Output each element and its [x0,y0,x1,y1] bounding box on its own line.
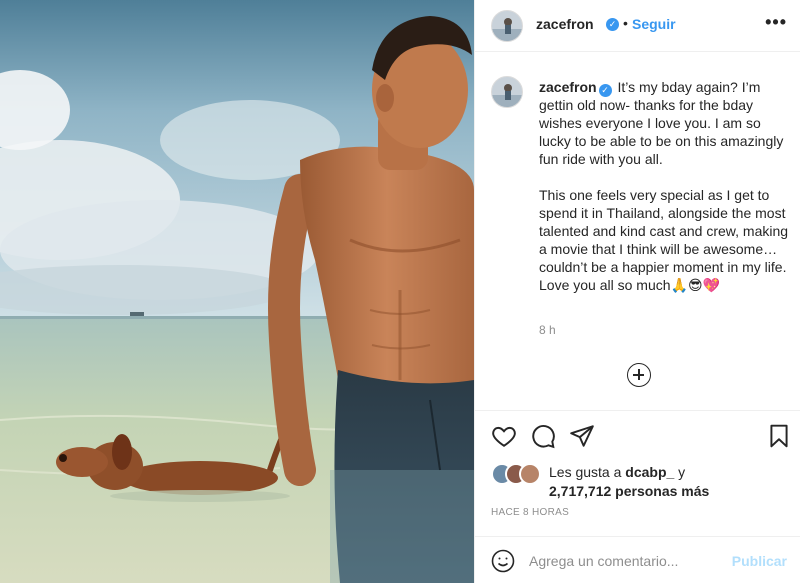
comment-input[interactable] [529,549,719,573]
caption-username[interactable]: zacefron [539,79,597,95]
comment-bar: Publicar [475,536,800,583]
post-timestamp[interactable]: HACE 8 HORAS [491,507,569,518]
emoji-icon[interactable] [491,549,515,573]
post-photo[interactable] [0,0,474,583]
likes-join: y [674,464,686,480]
post-header: zacefron ✓ • Seguir ••• [475,0,800,52]
liker-avatar [519,463,541,485]
caption-text: zacefron ✓ It’s my bday again? I’m gettin… [539,78,793,294]
author-avatar[interactable] [491,10,523,42]
verified-badge-icon: ✓ [606,18,619,31]
action-bar [475,410,800,460]
author-username[interactable]: zacefron [536,16,594,32]
comment-icon[interactable] [530,423,556,449]
publish-button[interactable]: Publicar [732,553,787,569]
caption-timestamp[interactable]: 8 h [539,323,556,337]
caption-body: It’s my bday again? I’m gettin old now- … [539,79,789,293]
caption-avatar[interactable] [491,76,523,108]
add-circle-icon[interactable] [627,363,651,387]
liker-username[interactable]: dcabp_ [625,464,674,480]
more-options-icon[interactable]: ••• [765,12,787,33]
avatar-image [492,11,522,41]
post-image [0,0,474,583]
likes-count[interactable]: 2,717,712 personas más [549,482,709,500]
heart-icon[interactable] [491,423,517,449]
bookmark-icon[interactable] [766,423,792,449]
separator-dot: • [623,15,628,31]
post-side-panel: zacefron ✓ • Seguir ••• zacefron ✓ It’s m… [474,0,800,583]
verified-badge-icon: ✓ [598,84,612,97]
follow-button[interactable]: Seguir [632,16,676,32]
likes-line: Les gusta a dcabp_ y [549,463,769,481]
likes-prefix: Les gusta a [549,464,626,480]
liker-avatars[interactable] [491,463,545,485]
avatar-image [492,77,522,107]
share-icon[interactable] [569,423,595,449]
